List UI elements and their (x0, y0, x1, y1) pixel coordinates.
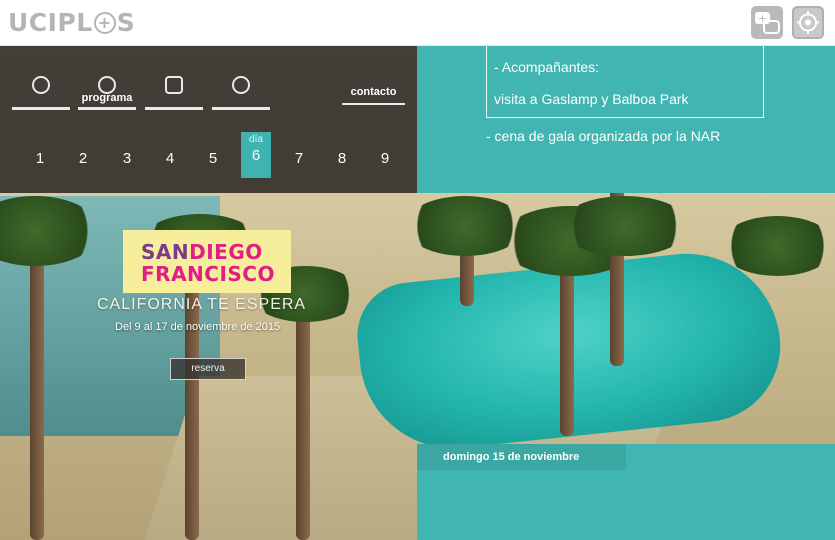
menu-item-home[interactable] (212, 76, 270, 110)
promo-line-2: FRANCISCO (141, 262, 275, 286)
promo-san: SAN (141, 240, 190, 264)
promo-dates: Del 9 al 17 de noviembre de 2015 (115, 321, 281, 333)
selected-day-number: 6 (251, 147, 261, 164)
promo-diego: DIEGO (189, 240, 263, 264)
palm-fronds (405, 196, 525, 256)
contact-link[interactable]: contacto (342, 86, 405, 105)
san-diego-promo-card: SANDIEGO FRANCISCO (123, 230, 291, 293)
menu-item-programa[interactable]: programa (78, 76, 136, 110)
program-line-3: - cena de gala organizada por la NAR (486, 128, 721, 144)
palm-fronds (720, 216, 835, 276)
menu-item-ponentes[interactable] (12, 76, 70, 110)
day-selector: 1 2 3 4 5 día 6 7 8 9 (20, 132, 405, 178)
menu-item-label: programa (81, 92, 133, 104)
chat-icon[interactable]: + (751, 6, 783, 39)
day-1[interactable]: 1 (28, 150, 52, 167)
program-details: - Acompañantes: visita a Gaslamp y Balbo… (417, 46, 835, 193)
promo-line-1: SANDIEGO (141, 240, 263, 264)
menu-item-hotel[interactable] (145, 76, 203, 110)
day-caption: día (249, 134, 263, 145)
program-line-1: - Acompañantes: (494, 59, 600, 75)
ucip-logo[interactable]: UCIPL + S (8, 8, 135, 37)
logo-text-left: UCIPL (8, 8, 93, 37)
promo-francisco: FRANCISCO (141, 262, 275, 286)
logo-plus: + (93, 12, 116, 34)
home-icon (232, 76, 250, 94)
leaf-icon (32, 76, 50, 94)
hotel-icon (165, 76, 183, 94)
program-line-2: visita a Gaslamp y Balboa Park (494, 91, 689, 107)
top-bar: UCIPL + S + (0, 0, 835, 46)
palm-fronds (560, 196, 690, 256)
svg-text:+: + (758, 12, 767, 25)
schedule-panel: domingo 15 de noviembre (417, 444, 835, 540)
day-5[interactable]: 5 (201, 150, 225, 167)
day-9[interactable]: 9 (373, 150, 397, 167)
day-6-selected[interactable]: día 6 (241, 132, 271, 178)
reserva-button[interactable]: reserva (170, 358, 246, 380)
day-8[interactable]: 8 (330, 150, 354, 167)
promo-tagline: CALIFORNIA TE ESPERA (97, 296, 307, 313)
program-menu: programa contacto 1 2 3 4 5 día 6 7 8 9 (0, 46, 417, 193)
logo-text-right: S (116, 8, 136, 37)
settings-icon[interactable] (792, 6, 824, 39)
activity-frame (486, 46, 764, 118)
day-2[interactable]: 2 (71, 150, 95, 167)
day-3[interactable]: 3 (115, 150, 139, 167)
day-7[interactable]: 7 (287, 150, 311, 167)
schedule-date: domingo 15 de noviembre (417, 444, 626, 470)
day-4[interactable]: 4 (158, 150, 182, 167)
